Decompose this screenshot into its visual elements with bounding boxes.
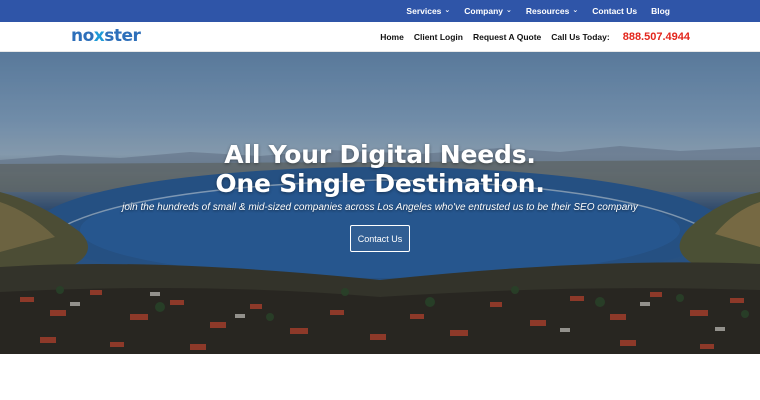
topnav-company-label: Company <box>464 6 504 16</box>
hero-subline: join the hundreds of small & mid-sized c… <box>122 202 638 213</box>
nav-request-quote[interactable]: Request A Quote <box>473 32 541 42</box>
hero-content: All Your Digital Needs. One Single Desti… <box>0 52 760 354</box>
logo-text-x: x <box>93 26 105 46</box>
topnav-services-label: Services <box>406 6 442 16</box>
call-us-label: Call Us Today: <box>551 32 610 42</box>
topnav-contact-us[interactable]: Contact Us <box>592 6 637 16</box>
main-header: noxster Home Client Login Request A Quot… <box>0 22 760 52</box>
nav-client-login[interactable]: Client Login <box>414 32 463 42</box>
logo-text-post: ster <box>104 26 141 46</box>
contact-us-button[interactable]: Contact Us <box>350 225 410 252</box>
topnav-blog[interactable]: Blog <box>651 6 670 16</box>
noxster-logo[interactable]: noxster <box>71 26 141 46</box>
chevron-down-icon: ⌄ <box>572 6 579 14</box>
topnav-services[interactable]: Services ⌄ <box>406 6 450 16</box>
logo-text-pre: no <box>71 26 94 46</box>
chevron-down-icon: ⌄ <box>444 6 451 14</box>
topnav-blog-label: Blog <box>651 6 670 16</box>
hero-headline-line2: One Single Destination. <box>215 169 545 198</box>
main-nav: Home Client Login Request A Quote Call U… <box>380 22 690 52</box>
topnav-resources-label: Resources <box>525 6 570 16</box>
hero-section: All Your Digital Needs. One Single Desti… <box>0 52 760 354</box>
topnav-contact-us-label: Contact Us <box>592 6 638 16</box>
topnav-resources[interactable]: Resources ⌄ <box>526 6 578 16</box>
top-nav: Services ⌄ Company ⌄ Resources ⌄ Contact… <box>406 0 670 22</box>
hero-headline-line1: All Your Digital Needs. <box>224 140 536 169</box>
nav-home[interactable]: Home <box>380 32 404 42</box>
chevron-down-icon: ⌄ <box>506 6 512 14</box>
top-utility-bar: Services ⌄ Company ⌄ Resources ⌄ Contact… <box>0 0 760 22</box>
topnav-company[interactable]: Company ⌄ <box>464 6 512 16</box>
hero-headline: All Your Digital Needs. One Single Desti… <box>0 140 760 198</box>
phone-number-link[interactable]: 888.507.4944 <box>623 31 690 43</box>
